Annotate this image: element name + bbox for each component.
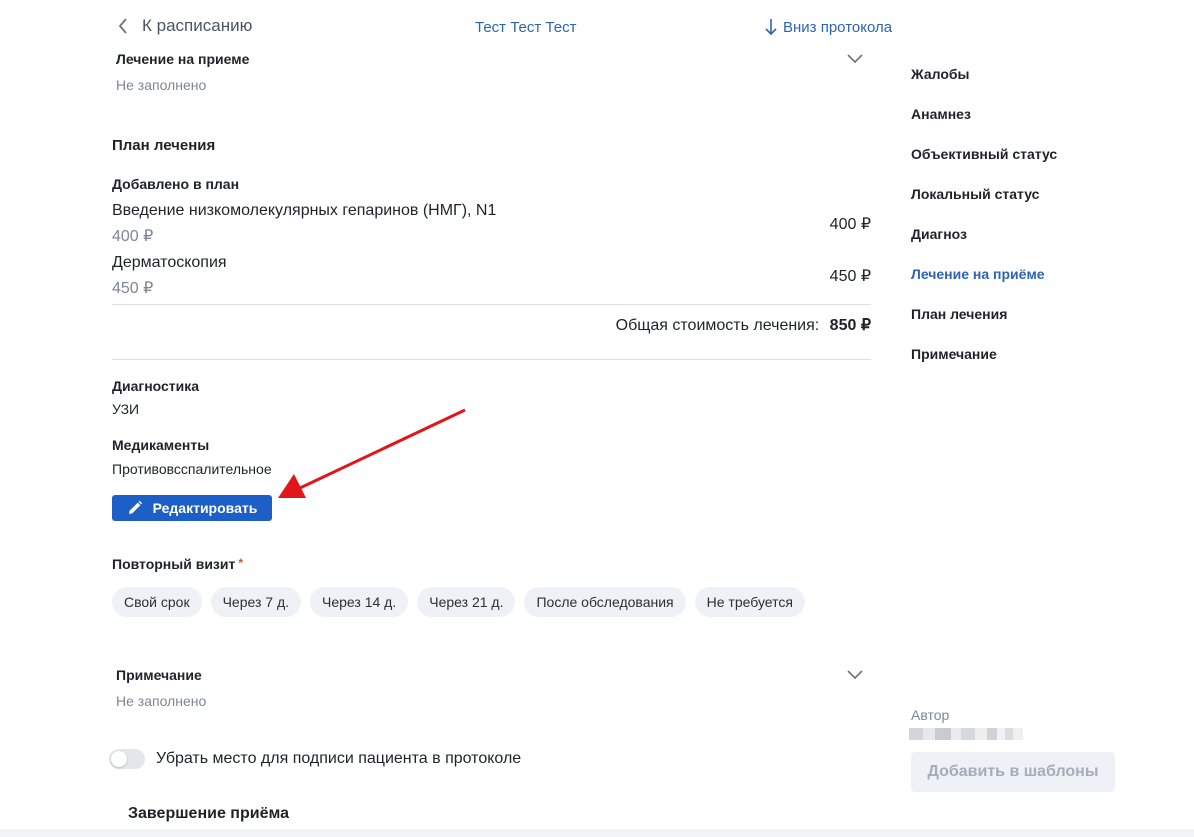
repeat-visit-options: Свой срок Через 7 д. Через 14 д. Через 2… <box>112 587 805 617</box>
down-label: Вниз протокола <box>783 18 893 36</box>
nav-item-complaints[interactable]: Жалобы <box>911 66 1057 106</box>
required-mark: * <box>238 556 244 570</box>
nav-item-local-status[interactable]: Локальный статус <box>911 186 1057 226</box>
nav-item-diagnosis[interactable]: Диагноз <box>911 226 1057 266</box>
nav-item-note[interactable]: Примечание <box>911 346 1057 386</box>
plan-item-price-right: 400 ₽ <box>829 216 871 233</box>
chip-21-days[interactable]: Через 21 д. <box>417 587 516 617</box>
chip-7-days[interactable]: Через 7 д. <box>210 587 302 617</box>
nav-item-treatment-at-visit[interactable]: Лечение на приёме <box>911 266 1057 306</box>
chevron-down-icon[interactable] <box>847 54 863 64</box>
treatment-at-visit-value: Не заполнено <box>116 77 207 93</box>
red-arrow-annotation <box>278 408 466 498</box>
back-label: К расписанию <box>142 16 253 35</box>
plan-total: Общая стоимость лечения: 850 ₽ <box>500 315 871 335</box>
plan-item-name: Введение низкомолекулярных гепаринов (НМ… <box>112 202 497 219</box>
plan-added-label: Добавлено в план <box>112 176 240 192</box>
finish-title: Завершение приёма <box>128 805 289 822</box>
chip-14-days[interactable]: Через 14 д. <box>310 587 409 617</box>
plan-item-price: 450 ₽ <box>112 280 154 297</box>
divider <box>112 304 871 305</box>
medications-value: Противовсспалительное <box>112 461 272 477</box>
treatment-at-visit-title: Лечение на приеме <box>116 51 250 67</box>
edit-button-label: Редактировать <box>152 500 258 516</box>
plan-item-price: 400 ₽ <box>112 228 154 245</box>
nav-item-treatment-plan[interactable]: План лечения <box>911 306 1057 346</box>
chip-own-term[interactable]: Свой срок <box>112 587 202 617</box>
nav-item-anamnesis[interactable]: Анамнез <box>911 106 1057 146</box>
toggle-knob <box>111 751 127 767</box>
nav-item-objective-status[interactable]: Объективный статус <box>911 146 1057 186</box>
arrow-down-icon <box>765 19 777 36</box>
patient-name-link[interactable]: Тест Тест Тест <box>475 19 576 36</box>
back-to-schedule-link[interactable]: К расписанию <box>118 16 252 36</box>
bottom-edge <box>0 829 1194 837</box>
pencil-icon <box>128 500 142 514</box>
repeat-visit-title: Повторный визит * <box>112 556 243 572</box>
note-value: Не заполнено <box>116 693 207 709</box>
diagnostics-value: УЗИ <box>112 401 140 417</box>
signature-toggle-label: Убрать место для подписи пациента в прот… <box>156 750 522 767</box>
diagnostics-title: Диагностика <box>112 378 200 394</box>
plan-title: План лечения <box>112 137 216 154</box>
chevron-down-icon[interactable] <box>847 670 863 680</box>
repeat-visit-label: Повторный визит <box>112 556 236 572</box>
chip-after-exam[interactable]: После обследования <box>524 587 686 617</box>
scroll-to-bottom-link[interactable]: Вниз протокола <box>765 18 892 36</box>
edit-button[interactable]: Редактировать <box>112 495 272 521</box>
section-nav: Жалобы Анамнез Объективный статус Локаль… <box>911 66 1057 386</box>
plan-item-name: Дерматоскопия <box>112 254 227 271</box>
note-title: Примечание <box>116 667 202 683</box>
plan-total-label: Общая стоимость лечения: <box>615 317 820 334</box>
chip-not-required[interactable]: Не требуется <box>694 587 805 617</box>
signature-toggle[interactable] <box>109 749 145 769</box>
author-label: Автор <box>911 707 950 723</box>
back-chevron-icon <box>118 18 127 34</box>
divider <box>112 359 871 360</box>
author-name-redacted <box>909 728 1023 740</box>
plan-item-price-right: 450 ₽ <box>829 268 871 285</box>
plan-total-value: 850 ₽ <box>829 317 871 334</box>
medications-title: Медикаменты <box>112 437 210 453</box>
add-to-templates-button[interactable]: Добавить в шаблоны <box>911 752 1115 792</box>
